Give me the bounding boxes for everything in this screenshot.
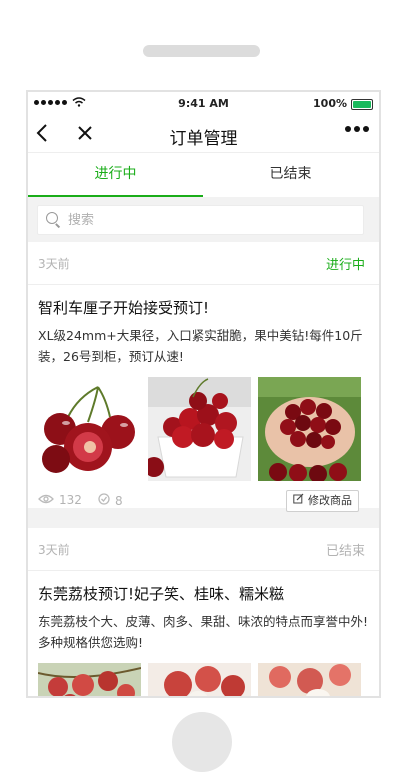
order-title: 智利车厘子开始接受预订! (38, 299, 210, 317)
nav-bar: 订单管理 (28, 116, 379, 152)
order-card-header: 3天前 进行中 (28, 242, 379, 285)
search-bar (28, 197, 379, 241)
order-card-footer: 132 8 修改商品 (38, 481, 369, 521)
tab-label: 进行中 (94, 166, 137, 182)
tab-ended[interactable]: 已结束 (203, 153, 378, 197)
order-images (38, 377, 369, 481)
edit-product-button[interactable]: 修改商品 (286, 490, 359, 512)
lychee-branch-image[interactable] (38, 663, 141, 696)
phone-screen: 9:41 AM 100% 订单管理 进行中 已结束 3天前 进行中 (26, 90, 381, 698)
order-card-body: 智利车厘子开始接受预订! XL级24mm+大果径，入口紧实甜脆，果中美钻!每件1… (28, 285, 379, 521)
edit-product-label: 修改商品 (308, 494, 352, 507)
order-card[interactable]: 3天前 已结束 东莞荔枝预订!妃子笑、桂味、糯米糍 东莞荔枝个大、皮薄、肉多、果… (28, 528, 379, 696)
cherries-halved-image[interactable] (38, 377, 141, 481)
order-status: 进行中 (325, 258, 365, 273)
likes-count: 8 (98, 493, 123, 508)
order-time: 3天前 (38, 257, 70, 271)
phone-speaker (143, 45, 260, 57)
order-card-header: 3天前 已结束 (28, 528, 379, 571)
order-card[interactable]: 3天前 进行中 智利车厘子开始接受预订! XL级24mm+大果径，入口紧实甜脆，… (28, 242, 379, 512)
cherries-hands-image[interactable] (258, 377, 361, 481)
lychee-pile-image[interactable] (258, 663, 361, 696)
home-button[interactable] (172, 712, 232, 772)
page-title: 订单管理 (169, 129, 238, 149)
order-status: 已结束 (325, 544, 365, 559)
views-value: 132 (59, 493, 82, 507)
likes-value: 8 (115, 493, 123, 508)
more-icon[interactable] (345, 126, 369, 132)
search-box (37, 205, 364, 235)
order-time: 3天前 (38, 543, 70, 557)
search-icon (46, 212, 58, 224)
tab-in-progress[interactable]: 进行中 (28, 153, 203, 197)
order-images (38, 663, 369, 696)
order-title: 东莞荔枝预订!妃子笑、桂味、糯米糍 (38, 585, 285, 603)
tab-bar: 进行中 已结束 (28, 152, 379, 197)
order-card-body: 东莞荔枝预订!妃子笑、桂味、糯米糍 东莞荔枝个大、皮薄、肉多、果甜、味浓的特点而… (28, 571, 379, 696)
cherries-bowl-image[interactable] (148, 377, 251, 481)
search-input[interactable] (66, 209, 350, 231)
lychee-peeled-image[interactable] (148, 663, 251, 696)
battery-percentage: 100% (313, 97, 347, 110)
order-description: XL级24mm+大果径，入口紧实甜脆，果中美钻!每件10斤装，26号到柜，预订从… (38, 328, 363, 364)
status-bar: 9:41 AM 100% (28, 92, 379, 116)
order-description: 东莞荔枝个大、皮薄、肉多、果甜、味浓的特点而享誉中外!多种规格供您选购! (38, 614, 369, 650)
edit-icon (293, 491, 304, 511)
views-count: 132 (38, 493, 82, 507)
eye-icon (38, 493, 54, 507)
check-circle-icon (98, 493, 110, 508)
battery-icon (351, 99, 373, 110)
tab-label: 已结束 (269, 166, 312, 182)
